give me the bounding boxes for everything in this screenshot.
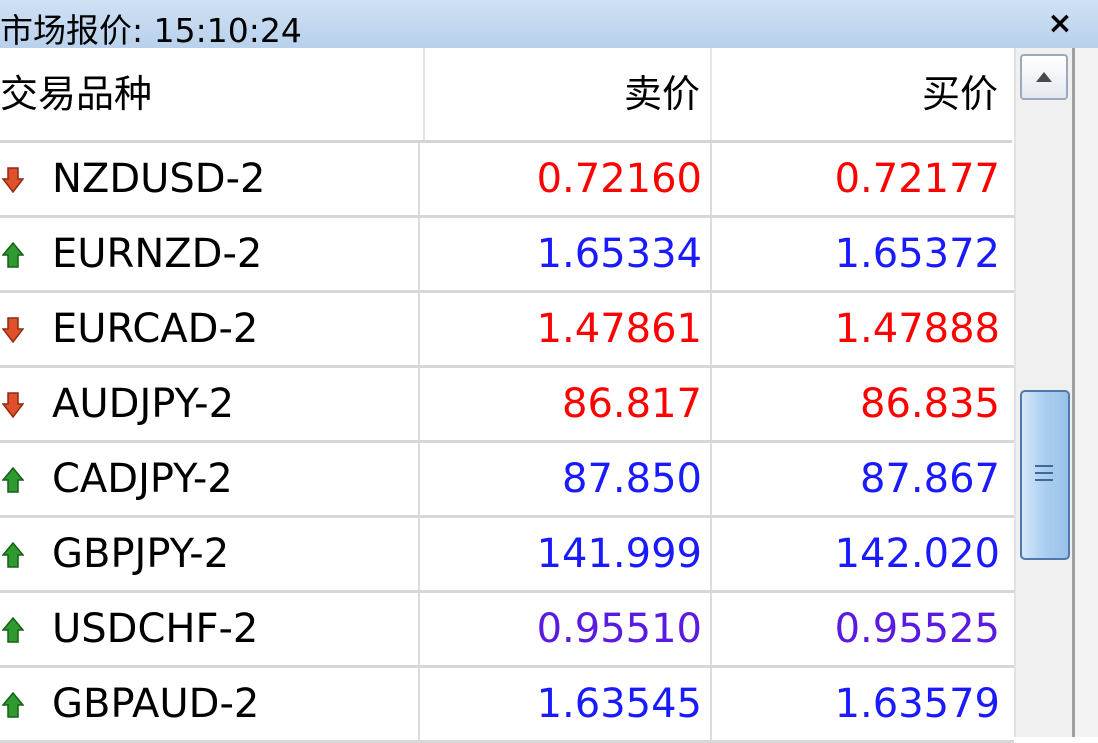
symbol-label: AUDJPY-2 — [52, 381, 235, 427]
arrow-down-icon — [2, 392, 24, 418]
symbol-cell: GBPJPY-2 — [0, 518, 420, 590]
arrow-down-icon — [2, 317, 24, 343]
title-bar: 市场报价: 15:10:24 × — [0, 0, 1098, 50]
arrow-up-icon — [2, 542, 24, 568]
symbol-cell: EURCAD-2 — [0, 293, 420, 365]
symbol-label: EURCAD-2 — [52, 306, 259, 352]
grip-icon — [1035, 465, 1053, 481]
symbol-cell: AUDJPY-2 — [0, 368, 420, 440]
arrow-up-icon — [2, 617, 24, 643]
bid-price: 86.817 — [420, 368, 712, 440]
quote-row[interactable]: USDCHF-2 0.95510 0.95525 — [0, 593, 1014, 668]
ask-price: 0.72177 — [834, 156, 1000, 202]
quote-row[interactable]: EURNZD-2 1.65334 1.65372 — [0, 218, 1014, 293]
bid-price: 1.65334 — [420, 218, 712, 290]
ask-price: 86.835 — [860, 381, 1000, 427]
column-header-ask[interactable]: 买价 — [712, 48, 1012, 140]
symbol-cell: CADJPY-2 — [0, 443, 420, 515]
ask-price: 1.47888 — [834, 306, 1000, 352]
bid-price: 0.95510 — [420, 593, 712, 665]
window-frame-right — [1072, 48, 1098, 737]
bid-price: 1.47861 — [420, 293, 712, 365]
quote-list: NZDUSD-2 0.72160 0.72177 EURNZD-2 1.65334 1.6… — [0, 143, 1014, 743]
symbol-label: GBPJPY-2 — [52, 531, 230, 577]
ask-price: 1.65372 — [834, 231, 1000, 277]
symbol-cell: EURNZD-2 — [0, 218, 420, 290]
symbol-label: CADJPY-2 — [52, 456, 233, 502]
scroll-thumb[interactable] — [1020, 390, 1070, 560]
symbol-label: EURNZD-2 — [52, 231, 263, 277]
market-watch-panel: 交易品种 卖价 买价 NZDUSD-2 0.72160 0.72177 EURNZD-… — [0, 48, 1098, 743]
column-header-symbol[interactable]: 交易品种 — [0, 48, 425, 140]
quote-row[interactable]: GBPAUD-2 1.63545 1.63579 — [0, 668, 1014, 743]
symbol-label: NZDUSD-2 — [52, 156, 266, 202]
symbol-label: USDCHF-2 — [52, 606, 259, 652]
symbol-cell: GBPAUD-2 — [0, 668, 420, 740]
ask-price: 87.867 — [860, 456, 1000, 502]
close-button[interactable]: × — [1040, 2, 1080, 46]
quote-row[interactable]: NZDUSD-2 0.72160 0.72177 — [0, 143, 1014, 218]
quote-row[interactable]: AUDJPY-2 86.817 86.835 — [0, 368, 1014, 443]
scroll-up-button[interactable] — [1020, 54, 1068, 100]
window-title: 市场报价: 15:10:24 — [0, 11, 302, 50]
arrow-up-icon — [2, 242, 24, 268]
ask-price: 0.95525 — [834, 606, 1000, 652]
symbol-cell: USDCHF-2 — [0, 593, 420, 665]
chevron-up-icon — [1036, 72, 1052, 82]
arrow-up-icon — [2, 692, 24, 718]
column-header-bid[interactable]: 卖价 — [425, 48, 712, 140]
ask-price: 1.63579 — [834, 681, 1000, 727]
bid-price: 141.999 — [420, 518, 712, 590]
ask-price: 142.020 — [834, 531, 1000, 577]
arrow-up-icon — [2, 467, 24, 493]
symbol-label: GBPAUD-2 — [52, 681, 260, 727]
table-header: 交易品种 卖价 买价 — [0, 48, 1012, 143]
bid-price: 1.63545 — [420, 668, 712, 740]
bid-price: 87.850 — [420, 443, 712, 515]
symbol-cell: NZDUSD-2 — [0, 143, 420, 215]
bid-price: 0.72160 — [420, 143, 712, 215]
arrow-down-icon — [2, 167, 24, 193]
quote-row[interactable]: CADJPY-2 87.850 87.867 — [0, 443, 1014, 518]
quote-row[interactable]: GBPJPY-2 141.999 142.020 — [0, 518, 1014, 593]
vertical-scrollbar[interactable] — [1014, 48, 1072, 737]
quote-row[interactable]: EURCAD-2 1.47861 1.47888 — [0, 293, 1014, 368]
